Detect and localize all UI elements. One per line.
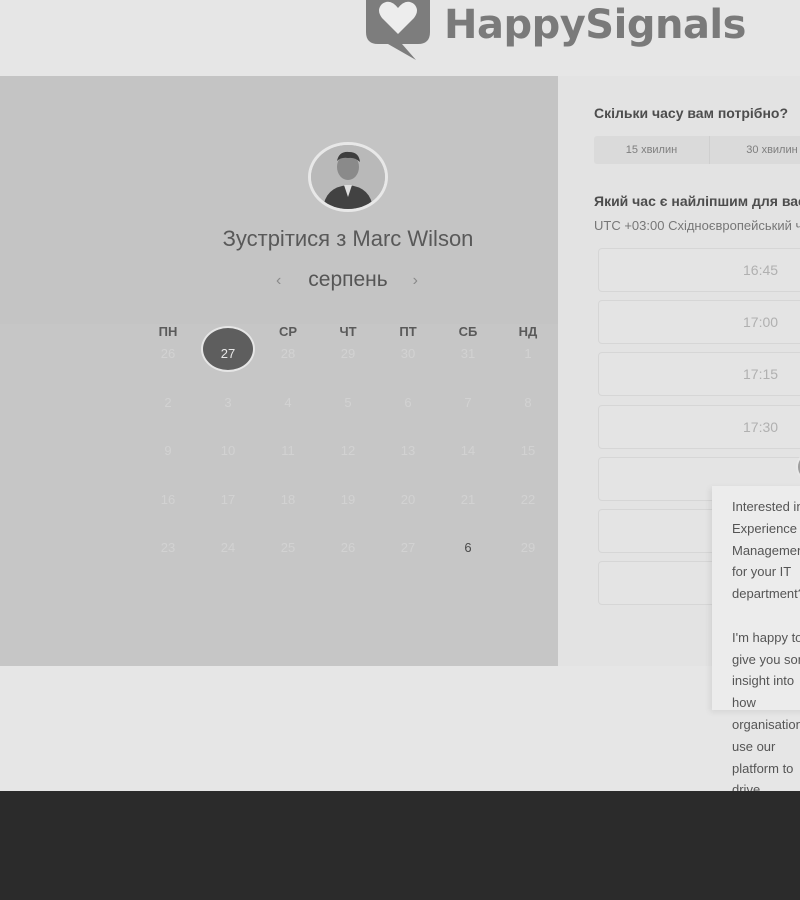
- heart-speech-bubble-icon: [366, 0, 430, 60]
- duration-option-30[interactable]: 30 хвилин: [710, 136, 800, 164]
- calendar-day[interactable]: 16: [138, 476, 198, 524]
- calendar-day[interactable]: 11: [258, 427, 318, 475]
- calendar-day[interactable]: 10: [198, 427, 258, 475]
- calendar-day[interactable]: 5: [318, 379, 378, 427]
- person-photo-icon: [311, 145, 385, 209]
- prev-month-arrow-icon[interactable]: ‹: [276, 272, 281, 290]
- calendar-day[interactable]: 26: [318, 524, 378, 572]
- chat-popup[interactable]: Interested in Experience Management for …: [712, 486, 800, 863]
- calendar-day[interactable]: 14: [438, 427, 498, 475]
- month-navigator: ‹ серпень ›: [270, 268, 426, 298]
- page-footer: [0, 791, 800, 900]
- calendar-day[interactable]: 29: [318, 330, 378, 378]
- calendar-day[interactable]: 23: [138, 524, 198, 572]
- calendar-day[interactable]: 24: [198, 524, 258, 572]
- calendar-day-available[interactable]: 6: [438, 524, 498, 572]
- calendar-day[interactable]: 28: [258, 330, 318, 378]
- calendar-day[interactable]: 19: [318, 476, 378, 524]
- calendar-day-selected[interactable]: 27: [198, 330, 258, 378]
- calendar-day[interactable]: 8: [498, 379, 558, 427]
- calendar-day[interactable]: 4: [258, 379, 318, 427]
- calendar-panel: Зустрітися з Marc Wilson ‹ серпень › ПН …: [0, 76, 558, 666]
- calendar-day[interactable]: 7: [438, 379, 498, 427]
- calendar-day[interactable]: 27: [378, 524, 438, 572]
- calendar-day[interactable]: 15: [498, 427, 558, 475]
- time-question: Який час є найліпшим для вас?: [594, 193, 800, 209]
- calendar-day[interactable]: 21: [438, 476, 498, 524]
- calendar-day[interactable]: 3: [198, 379, 258, 427]
- duration-selector: 15 хвилин 30 хвилин: [594, 136, 800, 164]
- current-month-label: серпень: [308, 268, 388, 291]
- calendar-day[interactable]: 26: [138, 330, 198, 378]
- meeting-title: Зустрітися з Marc Wilson: [222, 226, 474, 251]
- calendar-day[interactable]: 1: [498, 330, 558, 378]
- time-slot[interactable]: 17:30: [598, 405, 800, 449]
- host-avatar: [308, 142, 388, 212]
- header-logo[interactable]: HappySignals: [358, 0, 800, 62]
- time-slot[interactable]: 16:45: [598, 248, 800, 292]
- calendar-day[interactable]: 6: [378, 379, 438, 427]
- timezone-selector[interactable]: UTC +03:00 Східноєвропейський час: [594, 218, 800, 233]
- time-slot[interactable]: 17:00: [598, 300, 800, 344]
- calendar-day[interactable]: 20: [378, 476, 438, 524]
- duration-question: Скільки часу вам потрібно?: [594, 105, 789, 121]
- calendar-day[interactable]: 13: [378, 427, 438, 475]
- meeting-scheduler: Зустрітися з Marc Wilson ‹ серпень › ПН …: [0, 76, 800, 666]
- next-month-arrow-icon[interactable]: ›: [413, 272, 418, 290]
- calendar-day[interactable]: 12: [318, 427, 378, 475]
- calendar-day[interactable]: 29: [498, 524, 558, 572]
- calendar-day[interactable]: 30: [378, 330, 438, 378]
- calendar-day[interactable]: 2: [138, 379, 198, 427]
- calendar-day[interactable]: 18: [258, 476, 318, 524]
- time-slot[interactable]: 17:15: [598, 352, 800, 396]
- calendar-day[interactable]: 31: [438, 330, 498, 378]
- duration-option-15[interactable]: 15 хвилин: [594, 136, 710, 164]
- calendar-day[interactable]: 22: [498, 476, 558, 524]
- calendar-day[interactable]: 9: [138, 427, 198, 475]
- calendar-day[interactable]: 25: [258, 524, 318, 572]
- logo-wordmark: HappySignals: [444, 2, 746, 48]
- calendar-day[interactable]: 17: [198, 476, 258, 524]
